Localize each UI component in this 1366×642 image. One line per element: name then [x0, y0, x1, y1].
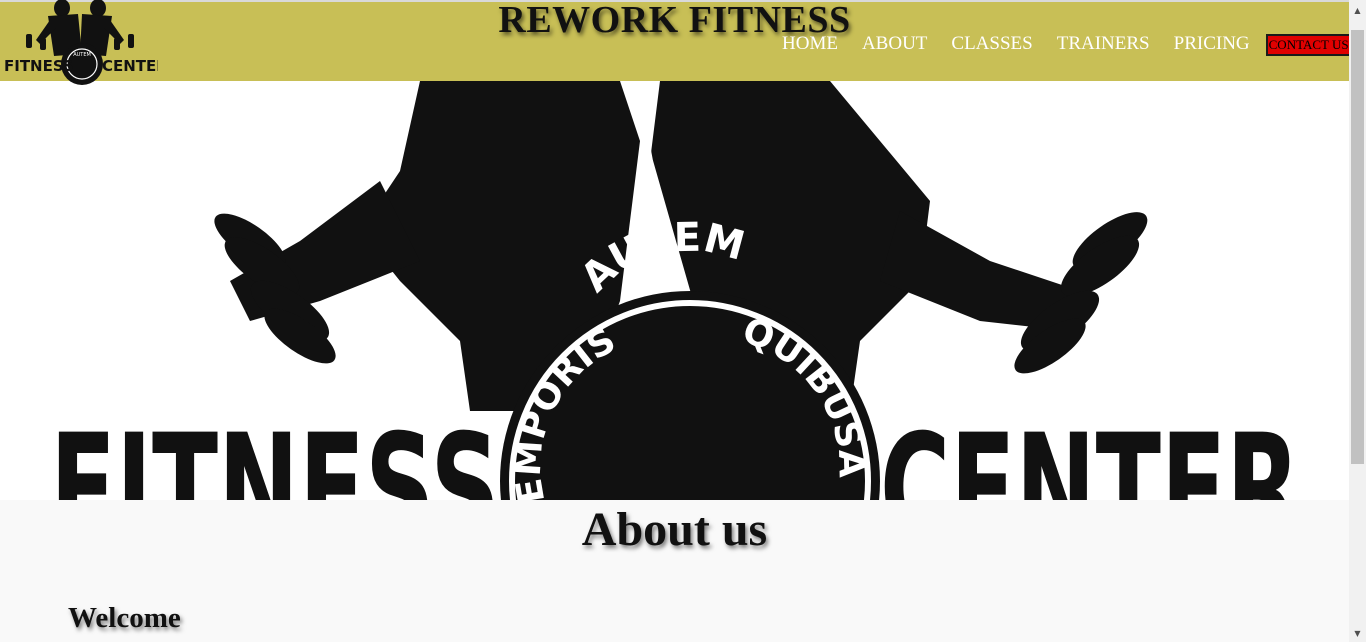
hero-banner: AUTEM EMPORIS QUIBUSA FITNESS CENTER — [0, 81, 1349, 500]
main-nav: HOME ABOUT CLASSES TRAINERS PRICING CONT… — [770, 32, 1349, 56]
logo-text-right: CENTER — [102, 57, 158, 75]
nav-trainers[interactable]: TRAINERS — [1057, 33, 1150, 55]
nav-classes[interactable]: CLASSES — [951, 33, 1032, 55]
logo-text-left: FITNESS — [4, 57, 74, 75]
scroll-down-arrow-icon[interactable]: ▼ — [1349, 625, 1366, 642]
scroll-up-arrow-icon[interactable]: ▲ — [1349, 2, 1366, 19]
logo-icon[interactable]: FITNESS CENTER AUTEM — [2, 0, 158, 90]
about-title: About us — [581, 503, 768, 556]
vertical-scrollbar[interactable]: ▲ ▼ — [1349, 0, 1366, 642]
about-section: About us Welcome — [0, 500, 1349, 642]
nav-home[interactable]: HOME — [782, 33, 838, 55]
hero-text-center: CENTER — [880, 403, 1300, 500]
nav-contact-button[interactable]: CONTACT US — [1265, 34, 1349, 56]
site-header: REWORK FITNESS HOME ABOUT CLASSES TRAINE… — [0, 0, 1349, 81]
page: REWORK FITNESS HOME ABOUT CLASSES TRAINE… — [0, 0, 1349, 642]
logo-badge-text: AUTEM — [73, 52, 91, 58]
scrollbar-thumb[interactable] — [1351, 30, 1364, 464]
hero-logo-image: AUTEM EMPORIS QUIBUSA FITNESS CENTER — [50, 81, 1300, 500]
nav-about[interactable]: ABOUT — [862, 33, 927, 55]
hero-text-fitness: FITNESS — [50, 403, 500, 500]
nav-pricing[interactable]: PRICING — [1174, 33, 1250, 55]
welcome-heading: Welcome — [68, 602, 181, 634]
